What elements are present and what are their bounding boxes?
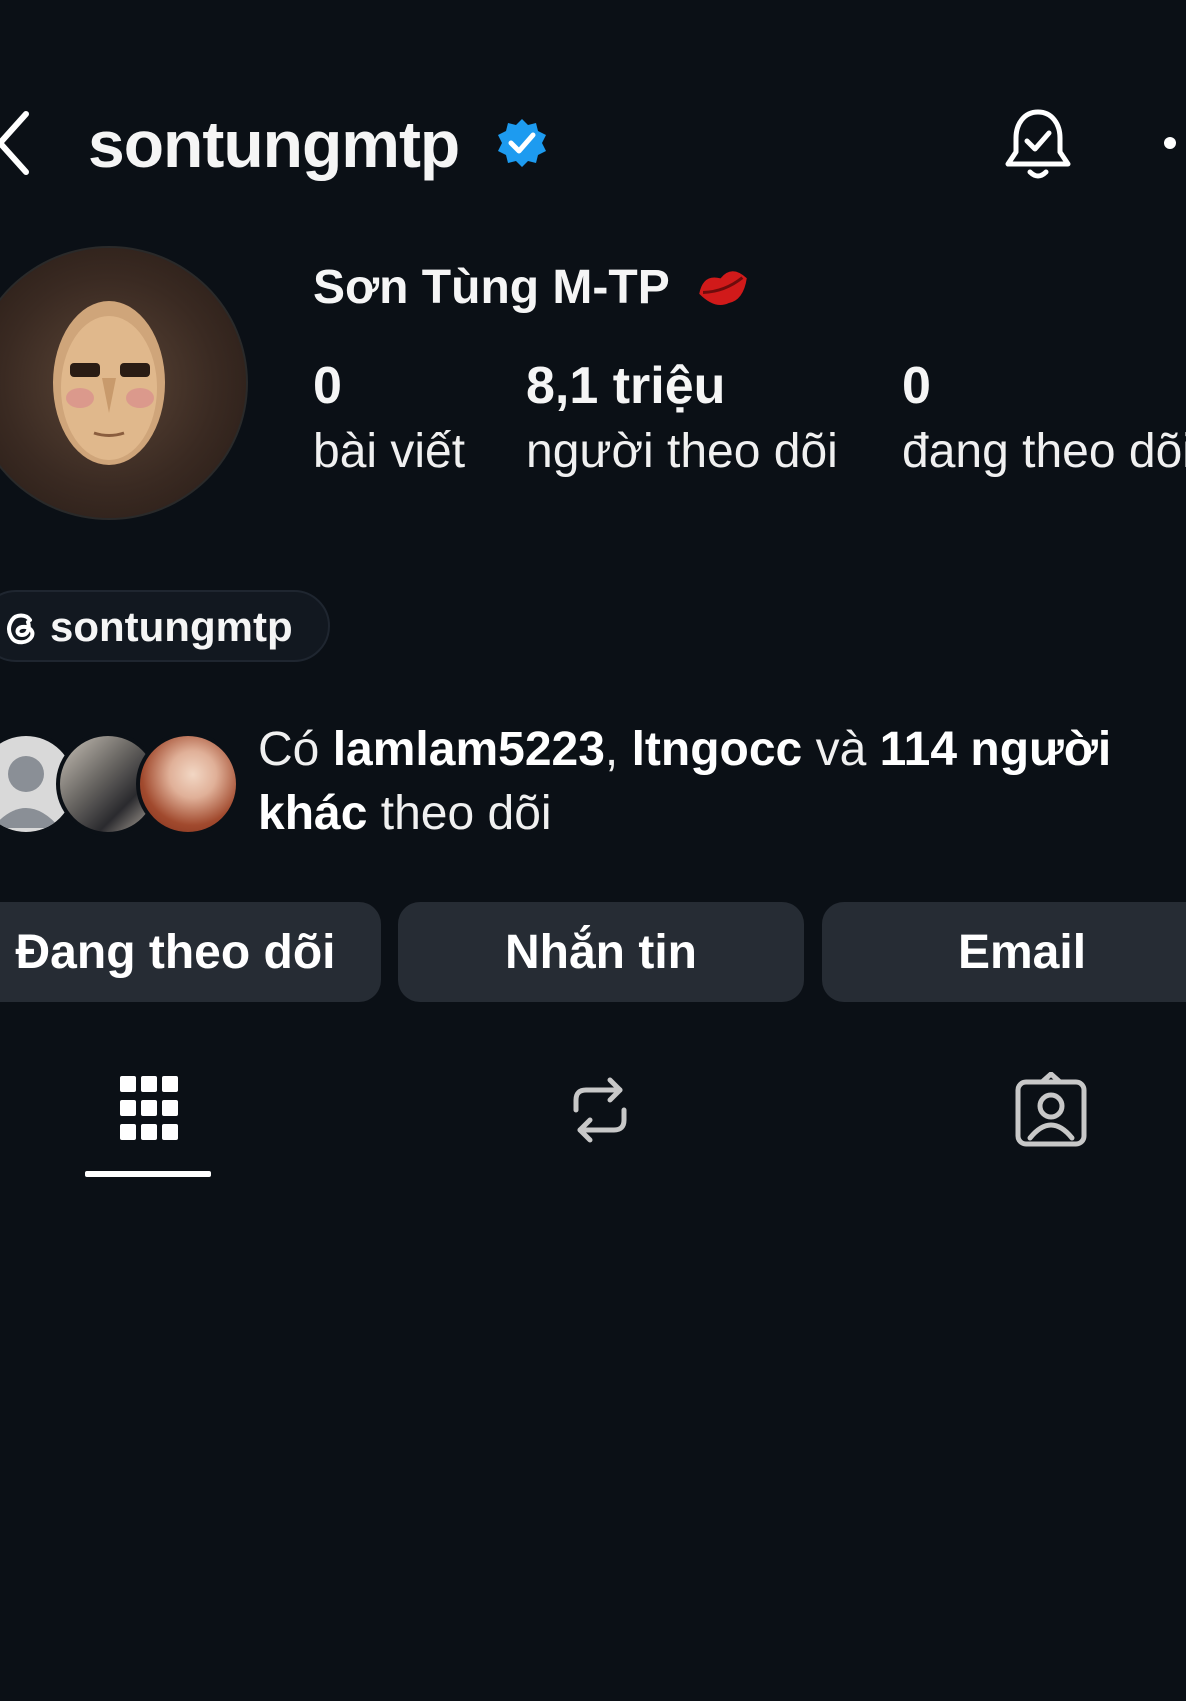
threads-icon bbox=[7, 613, 35, 645]
mutual-user-2[interactable]: ltngocc bbox=[632, 723, 803, 776]
following-label[interactable]: đang theo dõi bbox=[902, 424, 1186, 480]
repost-icon[interactable] bbox=[568, 1072, 632, 1148]
profile-avatar[interactable] bbox=[0, 246, 248, 520]
posts-label[interactable]: bài viết bbox=[313, 424, 465, 480]
followers-label[interactable]: người theo dõi bbox=[526, 424, 838, 480]
following-count[interactable]: 0 bbox=[902, 356, 931, 416]
kiss-lips-icon bbox=[699, 271, 747, 305]
mutual-follower-avatar-3[interactable] bbox=[136, 732, 240, 836]
email-button[interactable]: Email bbox=[822, 902, 1186, 1002]
posts-count[interactable]: 0 bbox=[313, 356, 342, 416]
more-dots-icon[interactable] bbox=[1164, 137, 1176, 149]
tagged-person-icon[interactable] bbox=[1014, 1072, 1088, 1148]
mask-face-illustration bbox=[53, 301, 165, 465]
active-tab-indicator bbox=[85, 1171, 211, 1177]
followers-count[interactable]: 8,1 triệu bbox=[526, 356, 725, 416]
profile-username-title: sontungmtp bbox=[88, 107, 460, 181]
threads-handle[interactable]: sontungmtp bbox=[50, 600, 293, 654]
profile-display-name: Sơn Tùng M-TP bbox=[313, 261, 670, 314]
grid-icon[interactable] bbox=[118, 1072, 180, 1148]
following-button[interactable]: Đang theo dõi bbox=[0, 902, 381, 1002]
mutual-followers-text[interactable]: Có lamlam5223, ltngocc và 114 người khác… bbox=[258, 718, 1178, 846]
message-button[interactable]: Nhắn tin bbox=[398, 902, 804, 1002]
bell-check-icon[interactable] bbox=[1002, 104, 1074, 182]
mutual-user-1[interactable]: lamlam5223 bbox=[333, 723, 605, 776]
verified-badge-icon bbox=[498, 119, 546, 167]
chevron-left-icon[interactable] bbox=[0, 108, 30, 178]
